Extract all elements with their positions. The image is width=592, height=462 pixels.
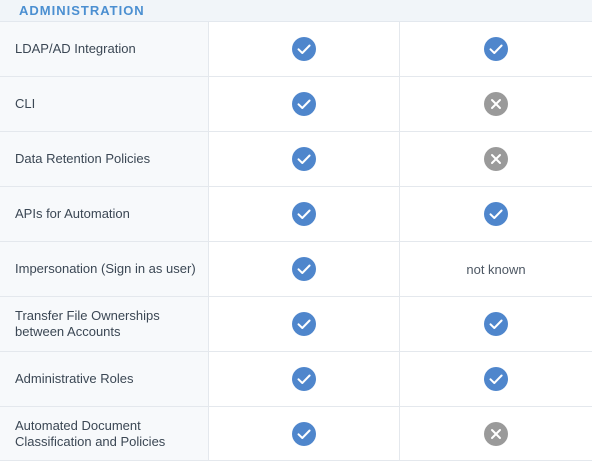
feature-name: Data Retention Policies xyxy=(0,132,209,186)
feature-name: LDAP/AD Integration xyxy=(0,22,209,76)
table-row: Administrative Roles xyxy=(0,352,592,407)
table-row: Transfer File Ownerships between Account… xyxy=(0,297,592,352)
check-icon xyxy=(484,202,508,226)
value-cell xyxy=(400,297,592,351)
value-cell xyxy=(209,352,400,406)
check-icon xyxy=(484,367,508,391)
value-cell xyxy=(209,242,400,296)
feature-name: APIs for Automation xyxy=(0,187,209,241)
feature-name: Transfer File Ownerships between Account… xyxy=(0,297,209,351)
value-cell xyxy=(209,77,400,131)
value-cell: not known xyxy=(400,242,592,296)
feature-name: Administrative Roles xyxy=(0,352,209,406)
value-cell xyxy=(400,187,592,241)
table-row: CLI xyxy=(0,77,592,132)
value-cell xyxy=(400,132,592,186)
value-cell xyxy=(209,297,400,351)
check-icon xyxy=(292,92,316,116)
feature-name: CLI xyxy=(0,77,209,131)
check-icon xyxy=(292,147,316,171)
not-known-text: not known xyxy=(466,261,526,277)
feature-name: Impersonation (Sign in as user) xyxy=(0,242,209,296)
check-icon xyxy=(292,202,316,226)
table-row: Automated Document Classification and Po… xyxy=(0,407,592,461)
check-icon xyxy=(292,367,316,391)
table-row: Data Retention Policies xyxy=(0,132,592,187)
check-icon xyxy=(484,312,508,336)
check-icon xyxy=(292,37,316,61)
check-icon xyxy=(292,312,316,336)
value-cell xyxy=(400,407,592,460)
value-cell xyxy=(209,132,400,186)
section-header: ADMINISTRATION xyxy=(0,0,592,22)
value-cell xyxy=(209,187,400,241)
value-cell xyxy=(209,22,400,76)
value-cell xyxy=(209,407,400,460)
value-cell xyxy=(400,352,592,406)
check-icon xyxy=(292,257,316,281)
section-title: ADMINISTRATION xyxy=(19,3,145,18)
feature-name: Automated Document Classification and Po… xyxy=(0,407,209,460)
table-row: LDAP/AD Integration xyxy=(0,22,592,77)
check-icon xyxy=(292,421,316,446)
value-cell xyxy=(400,77,592,131)
check-icon xyxy=(484,37,508,61)
cross-icon xyxy=(484,92,508,116)
cross-icon xyxy=(484,421,508,446)
table-row: APIs for Automation xyxy=(0,187,592,242)
feature-comparison-table: LDAP/AD Integration CLI Data Retention P… xyxy=(0,22,592,461)
cross-icon xyxy=(484,147,508,171)
value-cell xyxy=(400,22,592,76)
table-row: Impersonation (Sign in as user) not know… xyxy=(0,242,592,297)
comparison-page: ADMINISTRATION LDAP/AD Integration CLI D… xyxy=(0,0,592,462)
